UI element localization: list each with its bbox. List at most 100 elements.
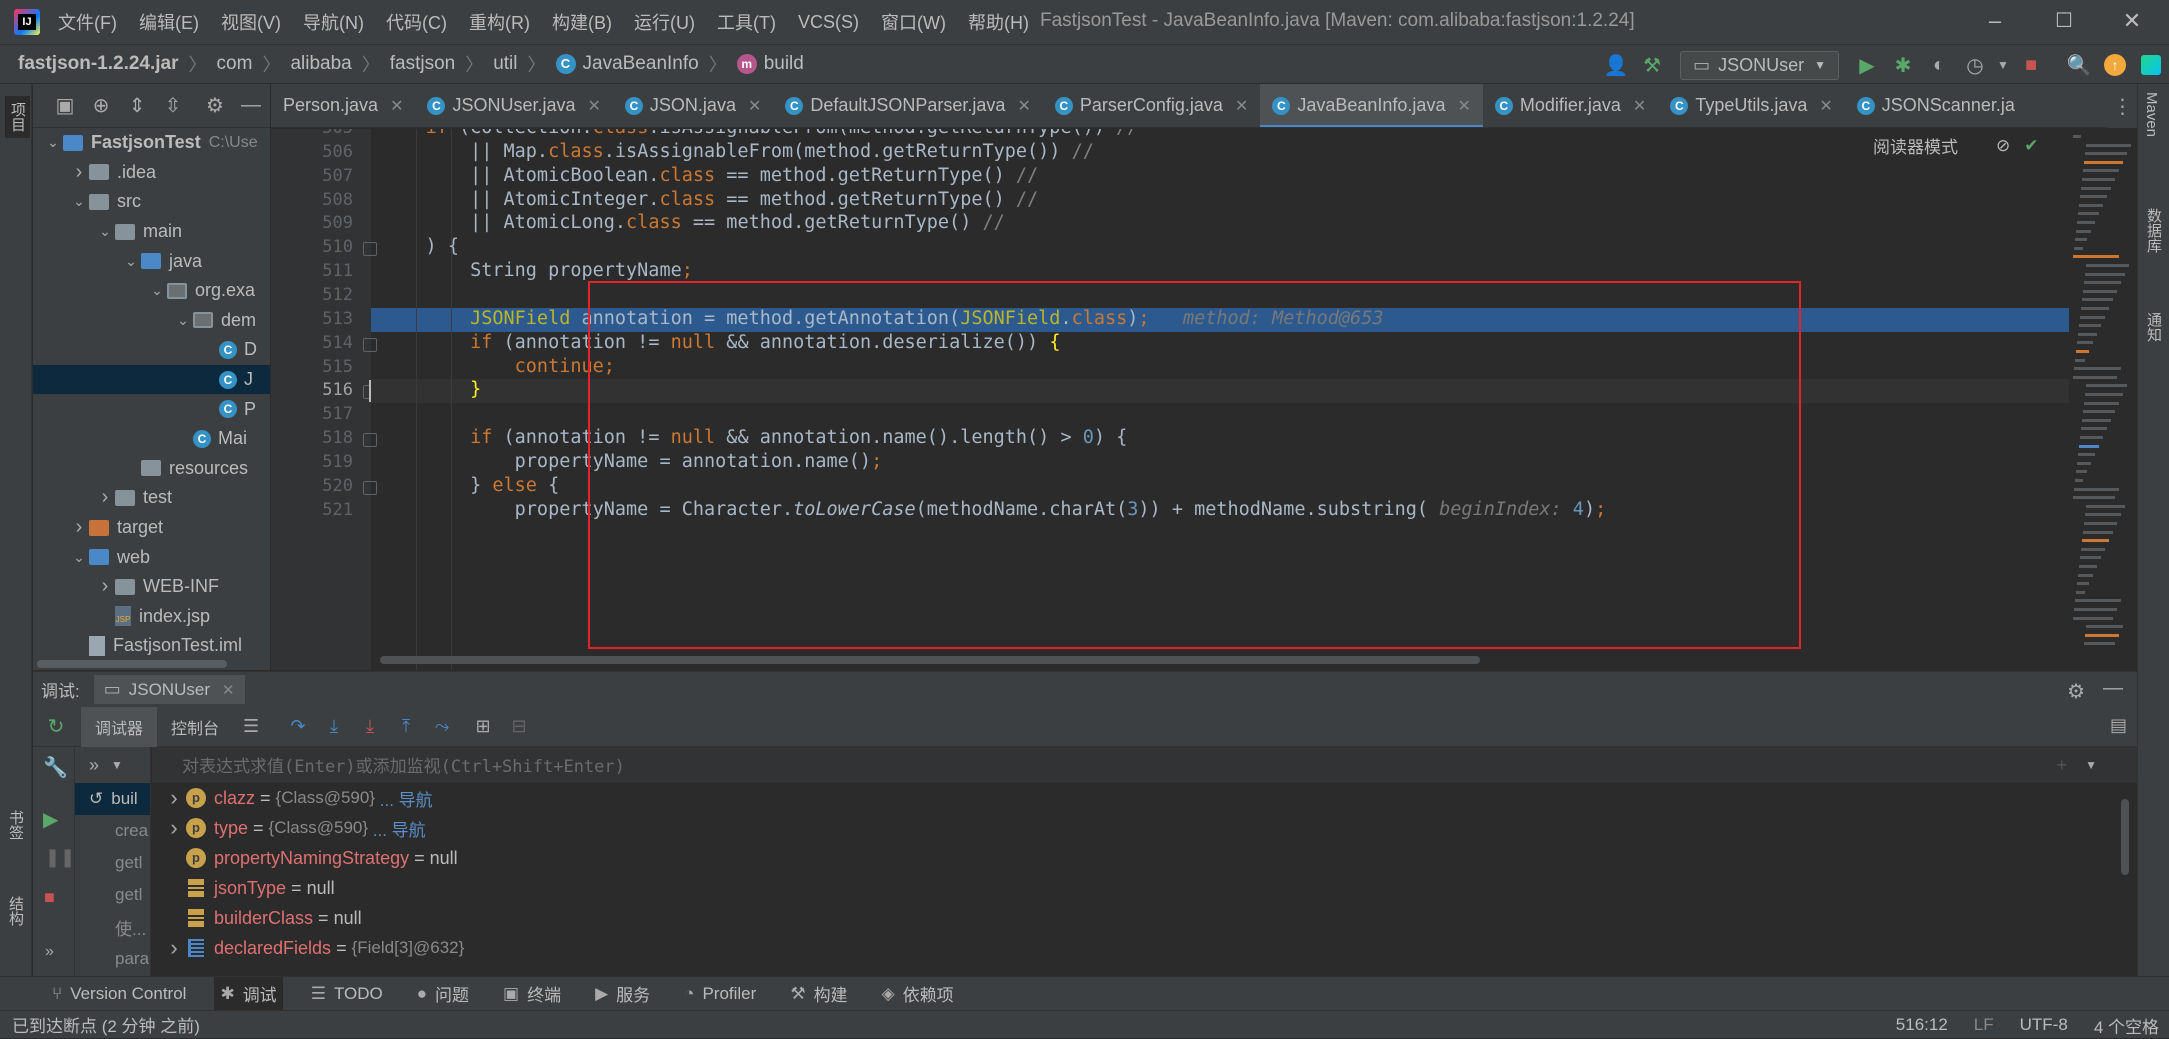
tool-window-button[interactable]: ▣ 终端 <box>497 977 567 1011</box>
step-over-icon[interactable]: ⤓ <box>319 712 349 742</box>
gear-icon[interactable]: ⚙ <box>2067 679 2085 704</box>
breadcrumb-item-class[interactable]: C JavaBeanInfo <box>555 53 699 75</box>
editor-tab[interactable]: C JSONScanner.ja <box>1845 84 2027 127</box>
collapse-all-icon[interactable]: ⇳ <box>155 93 191 118</box>
tree-item[interactable]: › WEB-INF <box>33 572 270 602</box>
tree-item[interactable]: ⌄ main <box>33 217 270 247</box>
chevron-right-icon[interactable]: › <box>162 935 186 961</box>
tool-window-button[interactable]: ◔ Profiler <box>678 977 762 1011</box>
code-editor[interactable]: 505 506 507 508 509 510 511512 513 514 515 516 517 5… <box>271 129 2069 670</box>
structure-tool-tab[interactable]: 结构 <box>5 896 26 926</box>
add-watch-icon[interactable]: + <box>2056 755 2067 776</box>
tree-item[interactable]: ⌄ web <box>33 542 270 572</box>
run-config-select[interactable]: ▭ JSONUser ▼ <box>1680 50 1839 80</box>
tool-window-button[interactable]: ▶ 服务 <box>589 977 656 1011</box>
chevron-down-icon[interactable]: ⌄ <box>69 193 89 210</box>
fold-marker-icon[interactable] <box>363 480 377 495</box>
dropdown-arrow-icon[interactable]: ▼ <box>111 758 123 772</box>
coverage-icon[interactable]: ◐ <box>1923 50 1955 80</box>
vars-scrollbar[interactable] <box>2121 799 2129 875</box>
menu-item[interactable]: 编辑(E) <box>139 9 199 35</box>
run-icon[interactable]: ▶ <box>1851 50 1883 80</box>
stack-frame[interactable]: para <box>75 943 150 975</box>
editor-tab[interactable]: C ParserConfig.java ✕ <box>1043 84 1260 127</box>
layout-icon[interactable]: ☰ <box>236 712 266 742</box>
run-to-cursor-icon[interactable]: ⊞ <box>468 712 498 742</box>
gear-icon[interactable]: ⚙ <box>197 93 233 118</box>
tree-item[interactable]: C Mai <box>33 424 270 454</box>
tree-item[interactable]: ⌄ dem <box>33 306 270 336</box>
scroll-thumb[interactable] <box>37 660 227 668</box>
minimize-icon[interactable]: – <box>1980 8 2010 34</box>
variable-row[interactable]: p propertyNamingStrategy = null <box>152 843 2137 873</box>
file-encoding[interactable]: UTF-8 <box>2020 1015 2068 1035</box>
close-tab-icon[interactable]: ✕ <box>748 96 761 116</box>
caret-position[interactable]: 516:12 <box>1896 1015 1948 1035</box>
project-view-icon[interactable]: ▣ <box>47 93 83 118</box>
rerun-icon[interactable]: ↻ <box>41 714 71 739</box>
tool-window-button[interactable]: ☰ TODO <box>305 977 389 1011</box>
stack-frame[interactable]: getl <box>75 847 150 879</box>
close-icon[interactable]: ✕ <box>2117 8 2147 34</box>
wrench-icon[interactable]: 🔧 <box>43 755 68 780</box>
chevron-right-icon[interactable]: › <box>69 161 89 184</box>
evaluate-icon[interactable]: ⊟ <box>504 712 534 742</box>
menu-item[interactable]: 代码(C) <box>386 9 447 35</box>
tree-item[interactable]: CJ <box>33 364 270 395</box>
profiler-icon[interactable]: ◷ <box>1959 50 1991 80</box>
hide-icon[interactable]: — <box>233 94 269 117</box>
show-execution-point-icon[interactable]: ↷ <box>283 712 313 742</box>
chevron-down-icon[interactable]: ⌄ <box>43 134 63 151</box>
close-tab-icon[interactable]: ✕ <box>1819 96 1832 116</box>
close-tab-icon[interactable]: ✕ <box>1633 96 1646 116</box>
chevron-right-icon[interactable]: › <box>162 785 186 811</box>
line-separator[interactable]: LF <box>1974 1015 1994 1035</box>
more-tabs-icon[interactable]: ⋮ <box>2108 84 2137 128</box>
variable-row[interactable]: › p type = {Class@590} ... 导航 <box>152 813 2137 843</box>
maximize-icon[interactable]: ☐ <box>2049 8 2079 34</box>
navigate-link[interactable]: ... 导航 <box>368 816 426 841</box>
breadcrumb-item[interactable]: alibaba <box>290 53 351 75</box>
stack-frame[interactable]: getl <box>75 879 150 911</box>
notifications-tool-tab[interactable]: 通知 <box>2143 312 2164 342</box>
close-tab-icon[interactable]: ✕ <box>390 96 403 116</box>
tree-item[interactable]: ⌄ org.exa <box>33 276 270 306</box>
editor-tab[interactable]: C JavaBeanInfo.java ✕ <box>1260 84 1483 127</box>
editor-tab[interactable]: Person.java ✕ <box>271 84 415 127</box>
step-into-icon[interactable]: ⤓ <box>355 712 385 742</box>
stop-icon[interactable]: ■ <box>2015 50 2047 80</box>
indent-setting[interactable]: 4 个空格 <box>2094 1013 2159 1038</box>
locate-icon[interactable]: ⊕ <box>83 93 119 118</box>
stop-icon[interactable]: ■ <box>44 887 55 908</box>
update-icon[interactable]: ↑ <box>2099 50 2131 80</box>
menu-item[interactable]: 导航(N) <box>303 9 364 35</box>
close-tab-icon[interactable]: ✕ <box>1457 96 1470 116</box>
breadcrumb-item[interactable]: util <box>493 53 517 75</box>
chevron-down-icon[interactable]: ⌄ <box>173 312 193 329</box>
close-tab-icon[interactable]: ✕ <box>588 96 601 116</box>
more-icon[interactable]: » <box>89 755 99 776</box>
dropdown-arrow-icon[interactable]: ▼ <box>2085 758 2097 772</box>
tree-item[interactable]: CP <box>33 394 270 424</box>
tree-item[interactable]: CD <box>33 335 270 365</box>
tab-debugger[interactable]: 调试器 <box>81 706 158 747</box>
menu-item[interactable]: 运行(U) <box>634 9 695 35</box>
variable-row[interactable]: › declaredFields = {Field[3]@632} <box>152 933 2137 963</box>
hide-icon[interactable]: — <box>2103 677 2123 700</box>
close-tab-icon[interactable]: ✕ <box>1235 96 1248 116</box>
chevron-down-icon[interactable]: ⌄ <box>147 282 167 299</box>
menu-item[interactable]: 文件(F) <box>58 9 117 35</box>
menu-item[interactable]: 视图(V) <box>221 9 281 35</box>
eye-off-icon[interactable]: ⊘ <box>1996 136 2010 156</box>
menu-item[interactable]: 窗口(W) <box>881 9 946 35</box>
variable-row[interactable]: jsonType = null <box>152 873 2137 903</box>
editor-tab[interactable]: C TypeUtils.java ✕ <box>1658 84 1844 127</box>
reader-mode-button[interactable]: 阅读器模式 <box>1873 133 1958 158</box>
maven-tool-tab[interactable]: Maven <box>2143 92 2160 137</box>
menu-item[interactable]: 工具(T) <box>717 9 776 35</box>
navigate-link[interactable]: ... 导航 <box>375 786 433 811</box>
editor-tab[interactable]: C JSON.java ✕ <box>613 84 773 127</box>
user-icon[interactable]: 👤 <box>1600 50 1632 80</box>
breadcrumb-item-method[interactable]: m build <box>736 53 804 75</box>
layout-settings-icon[interactable]: ▤ <box>2110 715 2127 736</box>
